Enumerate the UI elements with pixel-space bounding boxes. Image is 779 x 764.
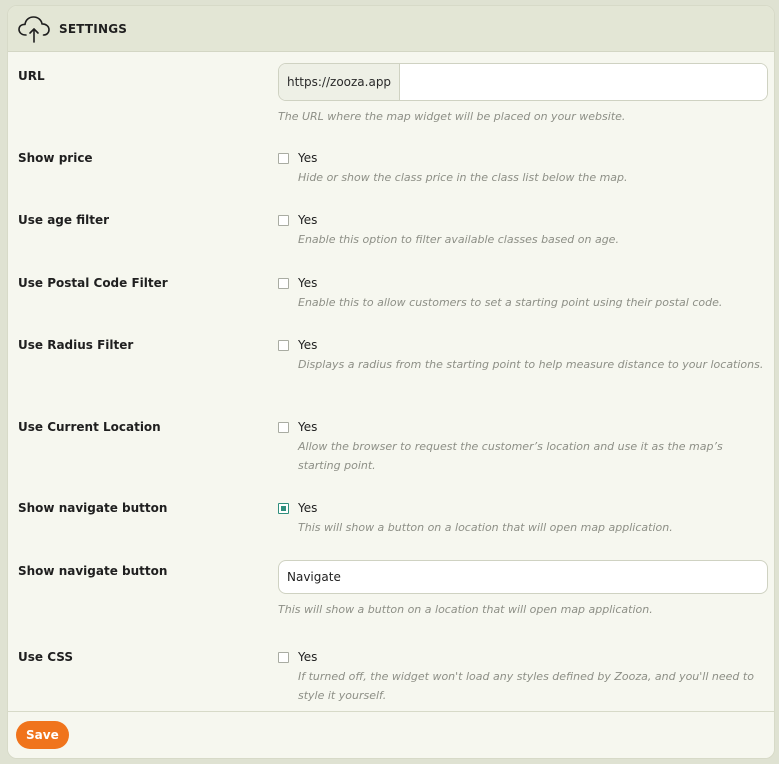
settings-panel: SETTINGS URL https://zooza.app The URL w… (7, 5, 775, 759)
age-filter-field: Yes Enable this option to filter availab… (278, 212, 768, 249)
navigate-toggle-option: Yes (298, 501, 318, 515)
save-button[interactable]: Save (16, 721, 69, 749)
navigate-toggle-checkbox[interactable] (278, 502, 289, 514)
navigate-text-field: This will show a button on a location th… (278, 560, 768, 619)
radius-filter-help: Displays a radius from the starting poin… (298, 358, 764, 371)
use-css-field: Yes If turned off, the widget won't load… (278, 649, 768, 705)
postal-filter-help: Enable this to allow customers to set a … (298, 296, 723, 309)
use-css-label: Use CSS (18, 650, 73, 664)
navigate-text-help: This will show a button on a location th… (278, 603, 653, 616)
cloud-upload-icon (17, 14, 51, 44)
postal-filter-label: Use Postal Code Filter (18, 276, 168, 290)
show-price-label: Show price (18, 151, 93, 165)
postal-filter-field: Yes Enable this to allow customers to se… (278, 275, 768, 312)
current-location-checkbox[interactable] (278, 421, 289, 433)
current-location-label: Use Current Location (18, 420, 161, 434)
url-field: https://zooza.app The URL where the map … (278, 63, 768, 126)
postal-filter-checkbox[interactable] (278, 277, 289, 289)
age-filter-label: Use age filter (18, 213, 110, 227)
show-price-field: Yes Hide or show the class price in the … (278, 150, 768, 187)
panel-footer: Save (8, 711, 774, 758)
use-css-help: If turned off, the widget won't load any… (298, 670, 754, 702)
radius-filter-option: Yes (298, 338, 318, 352)
postal-filter-option: Yes (298, 276, 318, 290)
navigate-toggle-help: This will show a button on a location th… (298, 521, 673, 534)
show-price-help: Hide or show the class price in the clas… (298, 171, 628, 184)
age-filter-option: Yes (298, 213, 318, 227)
panel-header: SETTINGS (8, 6, 774, 52)
age-filter-checkbox[interactable] (278, 214, 289, 226)
url-prefix: https://zooza.app (279, 64, 401, 100)
current-location-option: Yes (298, 420, 318, 434)
navigate-text-label: Show navigate button (18, 564, 168, 578)
navigate-toggle-field: Yes This will show a button on a locatio… (278, 500, 768, 537)
use-css-checkbox[interactable] (278, 651, 289, 663)
use-css-option: Yes (298, 650, 318, 664)
radius-filter-checkbox[interactable] (278, 339, 289, 351)
navigate-text-input[interactable] (278, 560, 768, 594)
url-input[interactable] (400, 64, 767, 100)
radius-filter-field: Yes Displays a radius from the starting … (278, 337, 768, 374)
url-input-group: https://zooza.app (278, 63, 768, 101)
show-price-checkbox[interactable] (278, 152, 289, 164)
current-location-field: Yes Allow the browser to request the cus… (278, 419, 768, 475)
current-location-help: Allow the browser to request the custome… (298, 440, 723, 472)
url-label: URL (18, 69, 45, 83)
navigate-toggle-label: Show navigate button (18, 501, 168, 515)
url-help: The URL where the map widget will be pla… (278, 110, 626, 123)
age-filter-help: Enable this option to filter available c… (298, 233, 619, 246)
radius-filter-label: Use Radius Filter (18, 338, 134, 352)
show-price-option: Yes (298, 151, 318, 165)
panel-title: SETTINGS (59, 21, 128, 36)
